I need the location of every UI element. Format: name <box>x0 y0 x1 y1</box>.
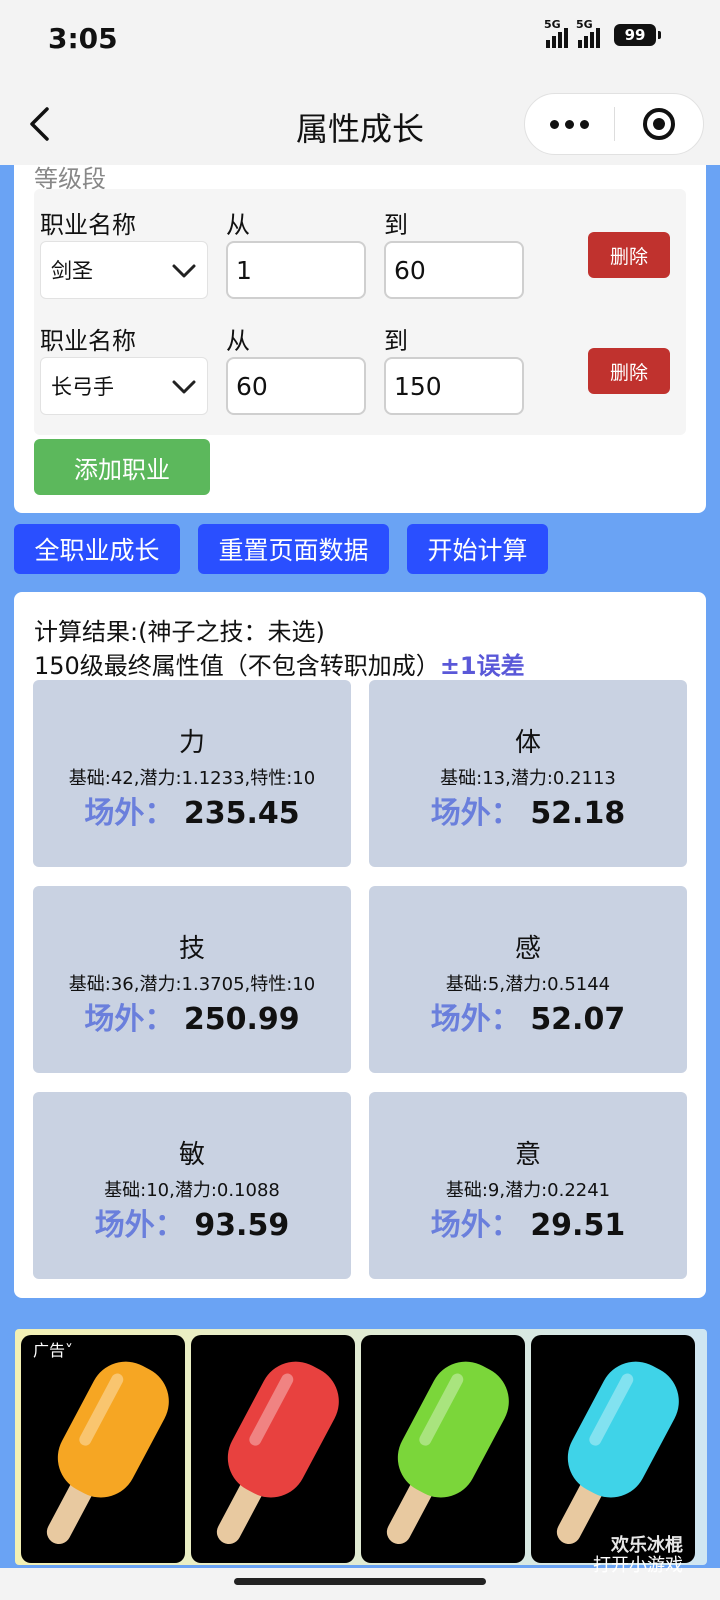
job-select-value: 剑圣 <box>51 259 93 283</box>
stat-name: 技 <box>178 934 205 964</box>
ad-image-popsicle <box>531 1335 695 1563</box>
popsicle-icon <box>216 1361 339 1544</box>
signal-icon: 5G <box>544 18 568 48</box>
mini-program-capsule <box>524 93 704 155</box>
open-mini-game-link[interactable]: 打开小游戏 <box>593 1551 683 1577</box>
job-row: 职业名称 从 到 剑圣 1 60 删除 <box>34 189 686 299</box>
stat-value: 场外： 29.51 <box>369 1200 687 1244</box>
stat-detail: 基础:9,潜力:0.2241 <box>445 1180 611 1201</box>
stat-name: 体 <box>514 728 541 758</box>
to-level-input[interactable]: 60 <box>384 241 524 299</box>
stat-detail: 基础:42,潜力:1.1233,特性:10 <box>68 768 316 789</box>
ad-label[interactable]: 广告˅ <box>33 1337 73 1361</box>
stat-card-will: 意 基础:9,潜力:0.2241 场外： 29.51 <box>369 1092 687 1279</box>
stat-detail: 基础:36,潜力:1.3705,特性:10 <box>68 974 316 995</box>
stat-value: 场外： 250.99 <box>33 994 351 1038</box>
stat-card-skill: 技 基础:36,潜力:1.3705,特性:10 场外： 250.99 <box>33 886 351 1073</box>
stat-value: 场外： 93.59 <box>33 1200 351 1244</box>
stat-card-perception: 感 基础:5,潜力:0.5144 场外： 52.07 <box>369 886 687 1073</box>
stat-prefix: 场外： <box>430 1002 521 1037</box>
stat-number: 29.51 <box>530 1208 626 1243</box>
chevron-down-icon <box>172 380 196 394</box>
popsicle-icon <box>556 1361 679 1544</box>
start-calculate-button[interactable]: 开始计算 <box>407 524 548 574</box>
to-label: 到 <box>384 211 408 239</box>
stat-number: 93.59 <box>194 1208 290 1243</box>
stat-detail: 基础:10,潜力:0.1088 <box>104 1180 280 1201</box>
home-indicator[interactable] <box>234 1578 486 1585</box>
result-subtitle: 150级最终属性值（不包含转职加成）±1误差 <box>34 646 525 681</box>
all-job-growth-button[interactable]: 全职业成长 <box>14 524 180 574</box>
stat-number: 250.99 <box>183 1002 300 1037</box>
more-dots-icon[interactable] <box>525 94 614 154</box>
popsicle-icon <box>386 1361 509 1544</box>
ad-image-popsicle <box>21 1335 185 1563</box>
ad-image-popsicle <box>191 1335 355 1563</box>
stat-prefix: 场外： <box>430 1208 521 1243</box>
stat-value: 场外： 52.07 <box>369 994 687 1038</box>
level-section-card: 等级段 职业名称 从 到 剑圣 1 60 删除 职业名称 从 到 长弓手 60 … <box>14 165 706 513</box>
stat-prefix: 场外： <box>94 1208 185 1243</box>
job-list: 职业名称 从 到 剑圣 1 60 删除 职业名称 从 到 长弓手 60 150 … <box>34 189 686 435</box>
result-subtitle-text: 150级最终属性值（不包含转职加成） <box>34 652 440 680</box>
delete-button[interactable]: 删除 <box>588 348 670 394</box>
stat-card-constitution: 体 基础:13,潜力:0.2113 场外： 52.18 <box>369 680 687 867</box>
stat-prefix: 场外： <box>84 796 175 831</box>
signal-icon-2: 5G <box>576 18 600 48</box>
stat-card-strength: 力 基础:42,潜力:1.1233,特性:10 场外： 235.45 <box>33 680 351 867</box>
job-row: 职业名称 从 到 长弓手 60 150 删除 <box>34 305 686 415</box>
reset-page-button[interactable]: 重置页面数据 <box>198 524 389 574</box>
stat-number: 235.45 <box>183 796 300 831</box>
battery-icon: 99 <box>614 24 661 46</box>
status-icons: 5G 5G 99 <box>544 18 661 48</box>
from-label: 从 <box>226 327 250 355</box>
add-job-button[interactable]: 添加职业 <box>34 439 210 495</box>
status-time: 3:05 <box>48 22 118 55</box>
job-name-label: 职业名称 <box>40 211 136 239</box>
stat-name: 敏 <box>178 1140 205 1170</box>
popsicle-icon <box>46 1361 169 1544</box>
result-card: 计算结果:(神子之技：未选) 150级最终属性值（不包含转职加成）±1误差 力 … <box>14 592 706 1298</box>
job-select[interactable]: 剑圣 <box>40 241 208 299</box>
job-name-label: 职业名称 <box>40 327 136 355</box>
chevron-down-icon <box>172 264 196 278</box>
error-note: ±1误差 <box>439 652 525 680</box>
from-label: 从 <box>226 211 250 239</box>
close-target-icon[interactable] <box>615 94 703 154</box>
job-select-value: 长弓手 <box>51 375 114 399</box>
stat-number: 52.07 <box>530 1002 626 1037</box>
stat-card-agility: 敏 基础:10,潜力:0.1088 场外： 93.59 <box>33 1092 351 1279</box>
stat-number: 52.18 <box>530 796 626 831</box>
stat-name: 感 <box>514 934 541 964</box>
stat-detail: 基础:13,潜力:0.2113 <box>440 768 616 789</box>
stat-name: 意 <box>514 1140 541 1170</box>
delete-button[interactable]: 删除 <box>588 232 670 278</box>
from-level-input[interactable]: 1 <box>226 241 366 299</box>
signal-label-2: 5G <box>576 18 593 31</box>
job-select[interactable]: 长弓手 <box>40 357 208 415</box>
from-level-input[interactable]: 60 <box>226 357 366 415</box>
to-level-input[interactable]: 150 <box>384 357 524 415</box>
stat-detail: 基础:5,潜力:0.5144 <box>445 974 611 995</box>
ad-banner[interactable]: 广告˅ 欢乐冰棍 打开小游戏 <box>15 1329 707 1576</box>
result-title: 计算结果:(神子之技：未选) <box>34 618 325 646</box>
ad-image-popsicle <box>361 1335 525 1563</box>
stat-prefix: 场外： <box>84 1002 175 1037</box>
stat-value: 场外： 235.45 <box>33 788 351 832</box>
signal-label: 5G <box>544 18 561 31</box>
stat-prefix: 场外： <box>430 796 521 831</box>
stat-value: 场外： 52.18 <box>369 788 687 832</box>
top-bar: 3:05 5G 5G 99 属性成长 <box>0 0 720 165</box>
to-label: 到 <box>384 327 408 355</box>
stat-name: 力 <box>178 728 205 758</box>
